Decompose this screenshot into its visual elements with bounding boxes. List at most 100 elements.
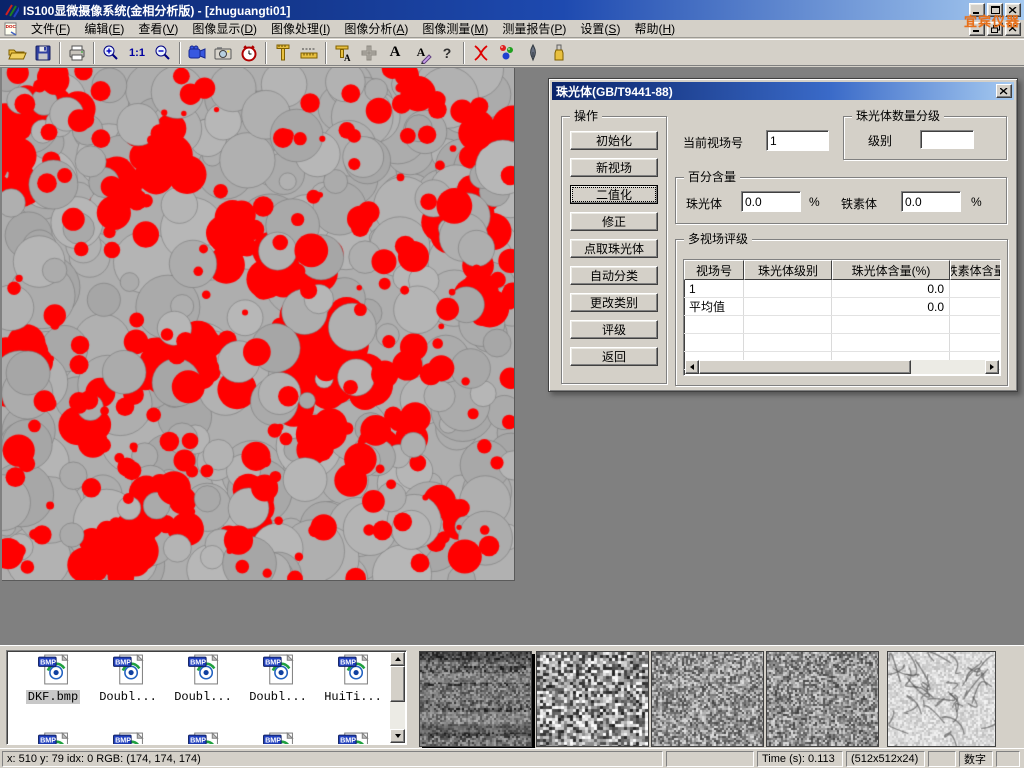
thumbnail-3[interactable]: [651, 651, 764, 747]
brush-tool-button[interactable]: [546, 41, 572, 65]
dialog-title-bar: 珠光体(GB/T9441-88): [552, 82, 1014, 100]
thumbnail-2[interactable]: [536, 651, 649, 747]
file-list-scrollbar[interactable]: [390, 652, 405, 743]
pearlite-dialog: 珠光体(GB/T9441-88) 操作 初始化 新视场 二值化 修正 点取珠光体…: [548, 78, 1018, 392]
bmp-file-icon: [335, 653, 371, 686]
header-pearlite-content: 珠光体含量(%): [832, 260, 950, 280]
menu-item-edit[interactable]: 编辑(E): [77, 19, 131, 38]
toolbar-separator: [463, 42, 465, 64]
bottom-panel: DKF.bmp Doubl... Doubl... Doubl... HuiTi…: [0, 645, 1024, 748]
caliper-icon: [273, 43, 293, 63]
table-horizontal-scrollbar[interactable]: [685, 360, 999, 374]
binarized-image[interactable]: [2, 68, 515, 581]
snapshot-button[interactable]: [210, 41, 236, 65]
rating-table-header: 视场号 珠光体级别 珠光体含量(%) 铁素体含量(%): [684, 260, 1000, 280]
image-size-status: (512x512x24): [846, 751, 925, 767]
new-field-button[interactable]: 新视场: [570, 158, 658, 177]
save-button[interactable]: [30, 41, 56, 65]
curve-cross-icon: [471, 43, 491, 63]
grade-input[interactable]: [920, 130, 974, 149]
ferrite-percent-input[interactable]: [901, 191, 961, 212]
thumbnail-1[interactable]: [419, 651, 532, 747]
bmp-file-icon: [260, 731, 296, 745]
menu-item-image-process[interactable]: 图像处理(I): [264, 19, 337, 38]
file-item[interactable]: HuiTi...: [317, 653, 389, 704]
menu-item-file[interactable]: 文件(F): [24, 19, 77, 38]
thumbnail-4[interactable]: [766, 651, 879, 747]
file-item[interactable]: DKF.bmp: [17, 653, 89, 704]
svg-text:DOC: DOC: [6, 24, 17, 29]
menu-item-measure-report[interactable]: 测量报告(P): [495, 19, 573, 38]
file-item[interactable]: [317, 731, 389, 745]
file-item[interactable]: [167, 731, 239, 745]
correct-button[interactable]: 修正: [570, 212, 658, 231]
pen-tool-button[interactable]: [520, 41, 546, 65]
bmp-file-icon: [35, 731, 71, 745]
bmp-file-icon: [110, 731, 146, 745]
status-empty-panel: [666, 751, 754, 767]
pick-pearlite-button[interactable]: 点取珠光体: [570, 239, 658, 258]
scrollbar-thumb[interactable]: [699, 360, 911, 374]
zoom-in-icon: [101, 43, 121, 63]
open-button[interactable]: [4, 41, 30, 65]
rating-group-label: 多视场评级: [684, 232, 752, 247]
text-button[interactable]: A: [382, 41, 408, 65]
pencil-icon: [420, 51, 433, 64]
workspace: 珠光体(GB/T9441-88) 操作 初始化 新视场 二值化 修正 点取珠光体…: [0, 67, 1024, 645]
zoom-out-button[interactable]: [150, 41, 176, 65]
rate-button[interactable]: 评级: [570, 320, 658, 339]
table-row[interactable]: 平均值 0.0: [684, 298, 1000, 316]
file-item[interactable]: [92, 731, 164, 745]
ruler-button[interactable]: [296, 41, 322, 65]
help-button[interactable]: ?: [434, 41, 460, 65]
file-item[interactable]: Doubl...: [167, 653, 239, 704]
scroll-up-button[interactable]: [390, 652, 405, 666]
caliper-button[interactable]: [270, 41, 296, 65]
change-class-button[interactable]: 更改类别: [570, 293, 658, 312]
actual-size-button[interactable]: 1:1: [124, 41, 150, 65]
measure-label-button[interactable]: A: [330, 41, 356, 65]
grid-cross-icon: [359, 43, 379, 63]
scroll-down-button[interactable]: [390, 729, 405, 743]
menu-item-help[interactable]: 帮助(H): [627, 19, 682, 38]
mode-status: 数字: [959, 751, 993, 767]
return-button[interactable]: 返回: [570, 347, 658, 366]
menu-item-image-display[interactable]: 图像显示(D): [185, 19, 264, 38]
menu-item-view[interactable]: 查看(V): [131, 19, 185, 38]
title-bar: IS100显微摄像系统(金相分析版) - [zhuguangti01]: [0, 0, 1024, 20]
menu-item-image-analysis[interactable]: 图像分析(A): [337, 19, 415, 38]
pearlite-percent-input[interactable]: [741, 191, 801, 212]
file-item[interactable]: [242, 731, 314, 745]
table-row[interactable]: 1 0.0: [684, 280, 1000, 298]
thumbnail-5[interactable]: [887, 651, 996, 747]
dialog-close-button[interactable]: [996, 84, 1012, 98]
grid-button[interactable]: [356, 41, 382, 65]
menu-item-image-measure[interactable]: 图像测量(M): [415, 19, 495, 38]
toolbar-separator: [59, 42, 61, 64]
timer-button[interactable]: [236, 41, 262, 65]
scrollbar-thumb[interactable]: [390, 666, 405, 702]
file-name: Doubl...: [242, 690, 314, 704]
init-button[interactable]: 初始化: [570, 131, 658, 150]
video-capture-button[interactable]: [184, 41, 210, 65]
file-item[interactable]: Doubl...: [92, 653, 164, 704]
phase-particles-button[interactable]: [494, 41, 520, 65]
scroll-right-button[interactable]: [985, 360, 999, 374]
file-item[interactable]: [17, 731, 89, 745]
menu-item-settings[interactable]: 设置(S): [573, 19, 627, 38]
scroll-left-button[interactable]: [685, 360, 699, 374]
toolbar-separator: [265, 42, 267, 64]
video-camera-icon: [187, 43, 207, 63]
zoom-in-button[interactable]: [98, 41, 124, 65]
print-button[interactable]: [64, 41, 90, 65]
file-item[interactable]: Doubl...: [242, 653, 314, 704]
binarize-button[interactable]: 二值化: [570, 185, 658, 204]
current-field-input[interactable]: [766, 130, 829, 151]
auto-classify-button[interactable]: 自动分类: [570, 266, 658, 285]
pearlite-label: 珠光体: [686, 195, 722, 212]
save-icon: [33, 43, 53, 63]
curve-tool-button[interactable]: [468, 41, 494, 65]
annotate-button[interactable]: A: [408, 41, 434, 65]
document-icon[interactable]: DOC: [3, 20, 20, 37]
file-name: Doubl...: [167, 690, 239, 704]
